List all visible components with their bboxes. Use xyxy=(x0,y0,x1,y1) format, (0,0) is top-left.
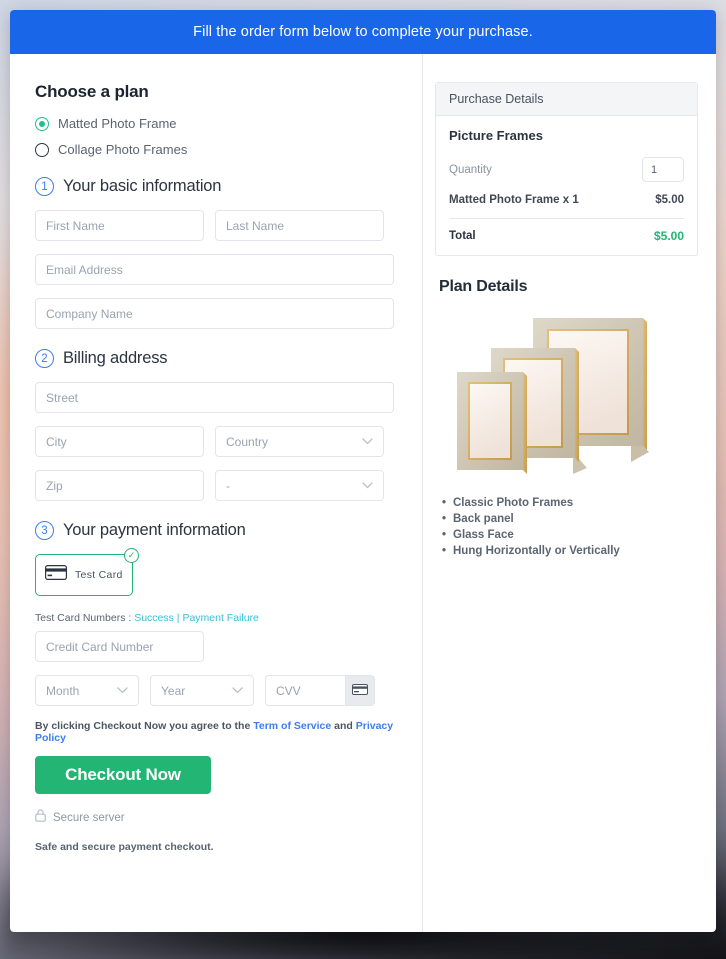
total-row: Total $5.00 xyxy=(449,229,684,243)
credit-card-row: Credit Card Number xyxy=(35,631,400,662)
cvv-input[interactable]: CVV xyxy=(265,675,345,706)
chevron-down-icon xyxy=(362,438,373,445)
payment-failure-link[interactable]: Payment Failure xyxy=(182,612,258,624)
radio-unselected-icon[interactable] xyxy=(35,142,49,157)
banner-text: Fill the order form below to complete yo… xyxy=(193,24,533,40)
test-numbers-prefix: Test Card Numbers : xyxy=(35,612,135,624)
step-billing-address: 2 Billing address xyxy=(35,349,400,368)
total-amount: $5.00 xyxy=(653,229,684,243)
expiry-cvv-row: Month Year CVV xyxy=(35,675,400,706)
line-item-label: Matted Photo Frame x 1 xyxy=(449,194,579,206)
lock-icon xyxy=(35,809,46,827)
agree-prefix: By clicking Checkout Now you agree to th… xyxy=(35,720,254,732)
plan-option-collage[interactable]: Collage Photo Frames xyxy=(35,142,400,157)
email-input[interactable]: Email Address xyxy=(35,254,394,285)
list-item: Glass Face xyxy=(442,529,698,541)
safe-checkout-text: Safe and secure payment checkout. xyxy=(35,841,214,853)
year-select-value: Year xyxy=(161,683,186,698)
product-image xyxy=(435,302,698,487)
chevron-down-icon xyxy=(362,482,373,489)
list-item: Hung Horizontally or Vertically xyxy=(442,545,698,557)
city-country-row: City Country xyxy=(35,426,400,457)
plan-option-matted[interactable]: Matted Photo Frame xyxy=(35,116,400,131)
step-number-badge: 2 xyxy=(35,349,54,368)
step-title: Billing address xyxy=(63,349,168,367)
secure-server-text: Secure server xyxy=(53,812,125,824)
zip-input[interactable]: Zip xyxy=(35,470,204,501)
cvv-group: CVV xyxy=(265,675,375,706)
purchase-details-header: Purchase Details xyxy=(436,83,697,116)
last-name-input[interactable]: Last Name xyxy=(215,210,384,241)
company-row: Company Name xyxy=(35,298,400,329)
quantity-input[interactable]: 1 xyxy=(642,157,684,182)
checkout-card: Fill the order form below to complete yo… xyxy=(10,10,716,932)
product-name: Picture Frames xyxy=(449,128,543,143)
success-link[interactable]: Success xyxy=(134,612,174,624)
step-payment-information: 3 Your payment information xyxy=(35,521,400,540)
test-card-numbers-note: Test Card Numbers : Success | Payment Fa… xyxy=(35,612,400,624)
terms-agreement-text: By clicking Checkout Now you agree to th… xyxy=(35,720,400,744)
test-card-option[interactable]: Test Card ✓ xyxy=(35,548,139,596)
step-number-badge: 1 xyxy=(35,177,54,196)
city-input[interactable]: City xyxy=(35,426,204,457)
country-select[interactable]: Country xyxy=(215,426,384,457)
first-name-input[interactable]: First Name xyxy=(35,210,204,241)
line-item-amount: $5.00 xyxy=(655,194,684,206)
purchase-details-panel: Purchase Details Picture Frames Quantity… xyxy=(435,82,698,256)
terms-of-service-link[interactable]: Term of Service xyxy=(253,720,331,732)
order-form-column: Choose a plan Matted Photo Frame Collage… xyxy=(10,54,422,932)
month-select[interactable]: Month xyxy=(35,675,139,706)
chevron-down-icon xyxy=(232,687,243,694)
step-number-badge: 3 xyxy=(35,521,54,540)
agree-middle: and xyxy=(331,720,356,732)
plan-option-label: Collage Photo Frames xyxy=(58,142,188,157)
quantity-row: Quantity 1 xyxy=(449,157,684,182)
card-back-icon xyxy=(352,682,368,700)
radio-selected-icon[interactable] xyxy=(35,116,49,131)
zip-state-row: Zip - xyxy=(35,470,400,501)
card-body: Choose a plan Matted Photo Frame Collage… xyxy=(10,54,716,932)
quantity-label: Quantity xyxy=(449,163,492,176)
street-row: Street xyxy=(35,382,400,413)
step-title: Your payment information xyxy=(63,521,246,539)
plan-features-list: Classic Photo Frames Back panel Glass Fa… xyxy=(435,497,698,557)
country-select-value: Country xyxy=(226,434,269,449)
test-card-label: Test Card xyxy=(75,569,123,581)
plan-details-heading: Plan Details xyxy=(439,278,528,295)
year-select[interactable]: Year xyxy=(150,675,254,706)
email-row: Email Address xyxy=(35,254,400,285)
name-row: First Name Last Name xyxy=(35,210,400,241)
divider xyxy=(449,218,684,219)
street-input[interactable]: Street xyxy=(35,382,394,413)
step-title: Your basic information xyxy=(63,177,222,195)
check-circle-icon: ✓ xyxy=(124,548,139,563)
state-select[interactable]: - xyxy=(215,470,384,501)
month-select-value: Month xyxy=(46,683,80,698)
header-banner: Fill the order form below to complete yo… xyxy=(10,10,716,54)
step-basic-information: 1 Your basic information xyxy=(35,177,400,196)
total-label: Total xyxy=(449,230,476,242)
secure-server-row: Secure server xyxy=(35,809,400,827)
chevron-down-icon xyxy=(117,687,128,694)
list-item: Classic Photo Frames xyxy=(442,497,698,509)
summary-column: Purchase Details Picture Frames Quantity… xyxy=(422,54,716,932)
credit-card-icon xyxy=(45,565,67,585)
choose-plan-heading: Choose a plan xyxy=(35,82,149,101)
checkout-now-button[interactable]: Checkout Now xyxy=(35,756,211,794)
checkout-page: Fill the order form below to complete yo… xyxy=(0,0,726,959)
list-item: Back panel xyxy=(442,513,698,525)
line-item-row: Matted Photo Frame x 1 $5.00 xyxy=(449,194,684,206)
credit-card-number-input[interactable]: Credit Card Number xyxy=(35,631,204,662)
cvv-help-button[interactable] xyxy=(345,675,375,706)
plan-option-label: Matted Photo Frame xyxy=(58,116,177,131)
purchase-details-body: Picture Frames Quantity 1 Matted Photo F… xyxy=(436,116,697,255)
state-select-value: - xyxy=(226,478,230,493)
company-input[interactable]: Company Name xyxy=(35,298,394,329)
